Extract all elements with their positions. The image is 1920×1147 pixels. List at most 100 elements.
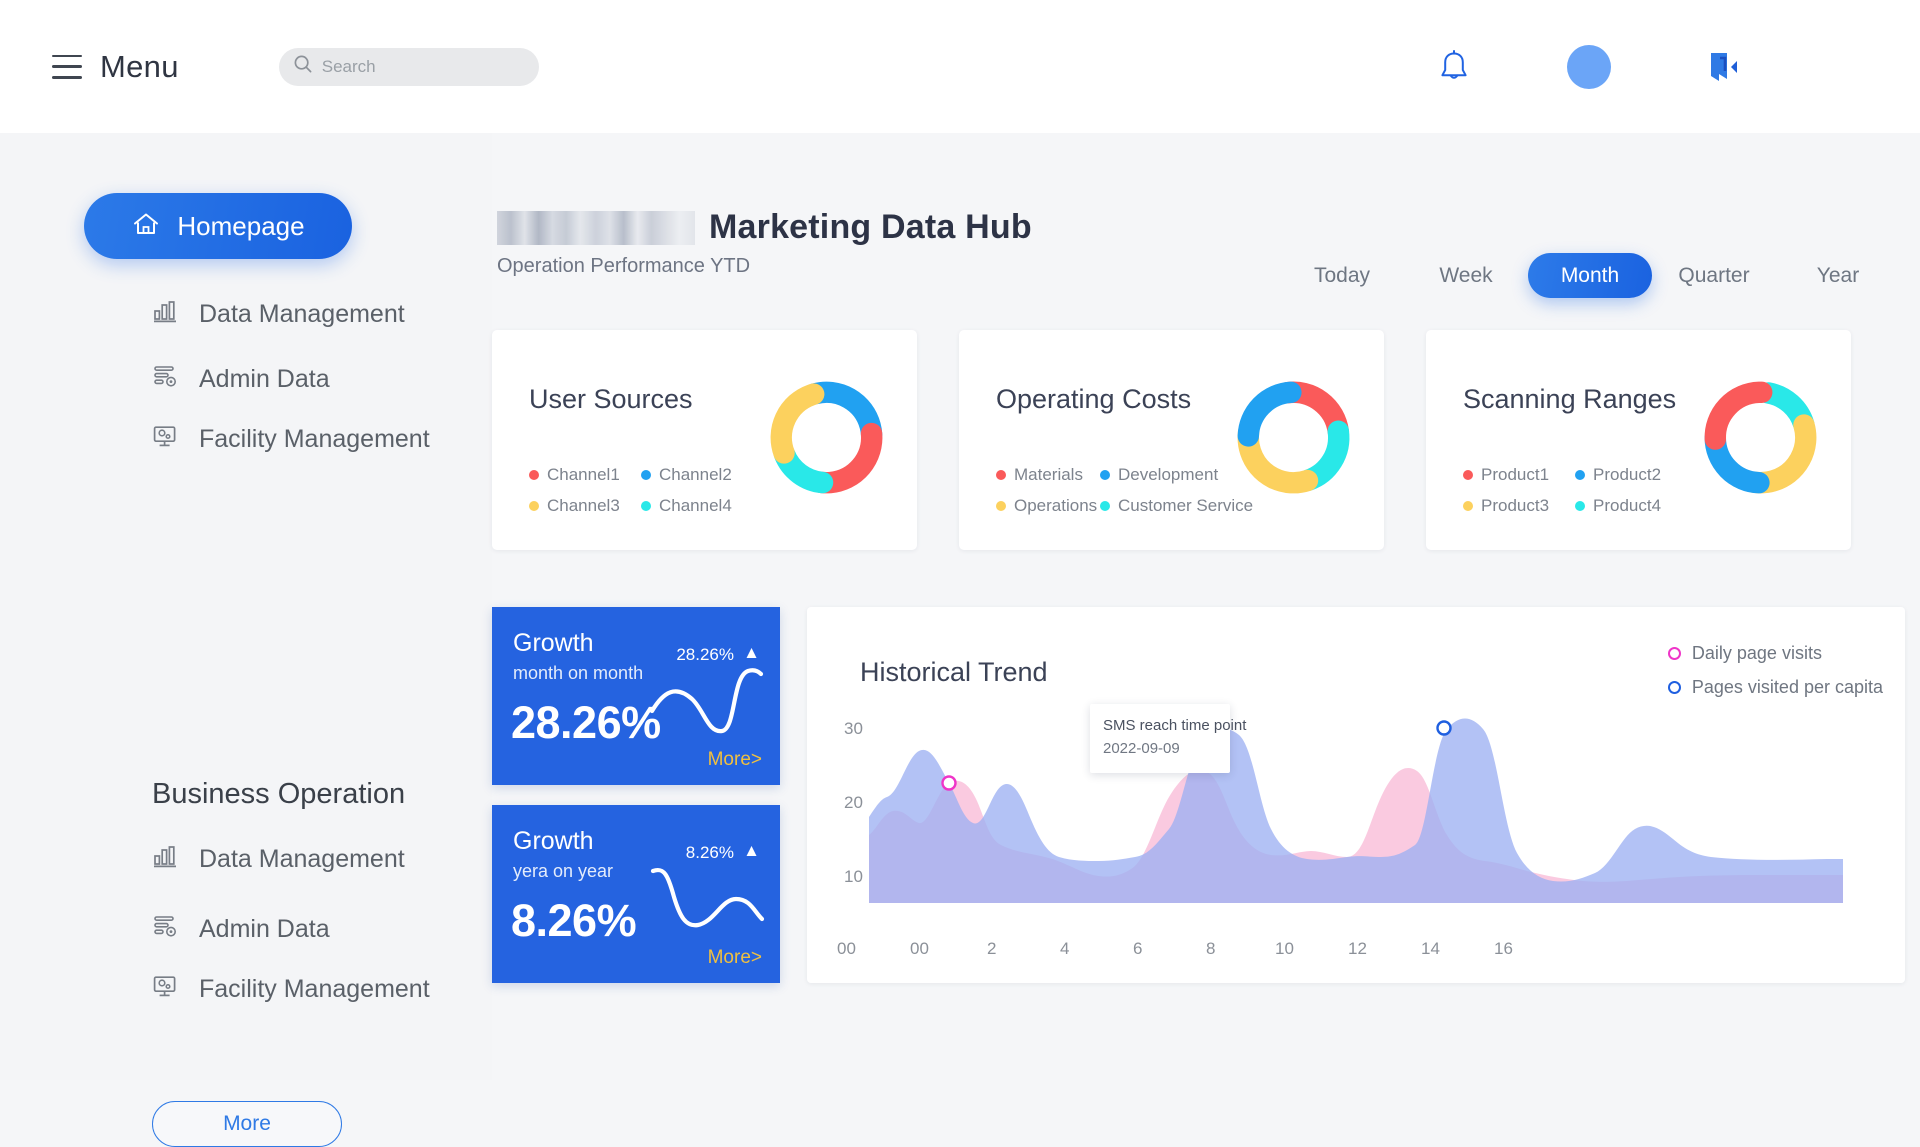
sidebar-item-label: Homepage	[177, 210, 305, 241]
legend-label: Channel3	[547, 496, 620, 515]
search-icon	[293, 54, 313, 79]
legend-dot	[1100, 501, 1110, 511]
growth-value: 28.26%	[511, 697, 661, 748]
sidebar-more-button[interactable]: More	[152, 1101, 342, 1147]
x-tick-8: 14	[1421, 939, 1440, 958]
search-box[interactable]	[278, 47, 539, 86]
legend-dot	[996, 501, 1006, 511]
growth-card-month-on-month[interactable]: Growth month on month 28.26% ▲ 28.26% Mo…	[492, 607, 780, 785]
legend-item: Product3	[1463, 496, 1563, 516]
legend: Product1 Product2 Product3 Product4	[1463, 465, 1661, 516]
growth-more-link[interactable]: More>	[708, 749, 762, 771]
donut-chart-operating-costs	[1234, 378, 1353, 502]
home-icon	[131, 209, 161, 244]
page-header: Marketing Data Hub	[497, 208, 1032, 247]
monitor-settings-icon	[152, 973, 179, 1005]
legend-item: Materials	[996, 465, 1088, 485]
top-bar: Menu	[0, 0, 1920, 133]
sidebar-item-label: Facility Management	[199, 424, 430, 453]
x-tick-9: 16	[1494, 939, 1513, 958]
card-historical-trend: Historical Trend Daily page visits Pages…	[807, 607, 1905, 983]
legend-dot	[641, 470, 651, 480]
legend-item: Channel3	[529, 496, 629, 516]
legend: Materials Development Operations Custome…	[996, 465, 1253, 516]
main-content: Marketing Data Hub Operation Performance…	[492, 133, 1920, 1080]
chart-tooltip: SMS reach time point 2022-09-09	[1090, 704, 1247, 773]
x-tick-3: 4	[1060, 939, 1069, 958]
growth-title: Growth	[513, 827, 594, 855]
logout-icon[interactable]	[1707, 49, 1745, 85]
sidebar-item-admin-data-2[interactable]: Admin Data	[152, 913, 330, 945]
series-area-pages-visited-per-capita	[869, 718, 1843, 903]
tooltip-line-2: 2022-09-09	[1103, 739, 1180, 757]
x-tick-1: 00	[910, 939, 929, 958]
bar-chart-icon	[152, 843, 179, 875]
x-tick-6: 10	[1275, 939, 1294, 958]
range-tab-month[interactable]: Month	[1528, 253, 1652, 298]
growth-more-link[interactable]: More>	[708, 947, 762, 969]
sidebar-item-data-management[interactable]: Data Management	[152, 298, 405, 330]
page-subtitle: Operation Performance YTD	[497, 255, 751, 277]
card-title: Scanning Ranges	[1463, 384, 1677, 414]
x-tick-5: 8	[1206, 939, 1215, 958]
marker-pages-visited-per-capita	[1436, 720, 1452, 736]
legend-label: Product4	[1593, 496, 1662, 515]
x-tick-2: 2	[987, 939, 996, 958]
range-tab-quarter[interactable]: Quarter	[1652, 253, 1776, 298]
legend-label: Development	[1118, 465, 1219, 484]
legend-item: Channel1	[529, 465, 629, 485]
legend-dot	[641, 501, 651, 511]
admin-settings-icon	[152, 363, 179, 395]
donut-chart-user-sources	[767, 378, 886, 502]
legend-item: Channel2	[641, 465, 732, 485]
bell-icon[interactable]	[1437, 49, 1471, 85]
donut-card-row: User Sources Channel1 Channel2 Channel3 …	[492, 330, 1851, 550]
legend-item: Development	[1100, 465, 1253, 485]
sidebar-item-facility-management[interactable]: Facility Management	[152, 423, 430, 455]
legend-label: Product1	[1481, 465, 1550, 484]
legend-item: Product4	[1575, 496, 1661, 516]
legend: Channel1 Channel2 Channel3 Channel4	[529, 465, 732, 516]
sidebar-item-label: Data Management	[199, 299, 405, 328]
menu-label[interactable]: Menu	[100, 49, 179, 85]
sidebar-item-data-management-2[interactable]: Data Management	[152, 843, 405, 875]
growth-value: 8.26%	[511, 895, 637, 946]
growth-sparkline	[648, 655, 768, 750]
card-title: Operating Costs	[996, 384, 1192, 414]
admin-settings-icon	[152, 913, 179, 945]
legend-item: Product2	[1575, 465, 1661, 485]
legend-label: Product2	[1593, 465, 1662, 484]
legend-dot	[1575, 501, 1585, 511]
range-tab-week[interactable]: Week	[1404, 253, 1528, 298]
donut-chart-scanning-ranges	[1701, 378, 1820, 502]
sidebar-section-title: Business Operation	[152, 778, 406, 810]
sidebar-item-facility-management-2[interactable]: Facility Management	[152, 973, 430, 1005]
growth-subtitle: month on month	[513, 663, 644, 683]
legend-label: Channel2	[659, 465, 732, 484]
trend-area-chart: 30 20 10 00 00 2 4 6 8 10 12 14 16	[837, 718, 1843, 958]
legend-dot	[1463, 501, 1473, 511]
hamburger-menu-icon[interactable]	[52, 54, 82, 79]
legend-dot	[1100, 470, 1110, 480]
legend-label: Channel1	[547, 465, 620, 484]
monitor-settings-icon	[152, 423, 179, 455]
growth-title: Growth	[513, 629, 594, 657]
growth-subtitle: yera on year	[513, 861, 614, 881]
legend-item: Customer Service	[1100, 496, 1253, 516]
sidebar-item-admin-data[interactable]: Admin Data	[152, 363, 330, 395]
sidebar: Homepage Data Management Admin Data Faci…	[0, 133, 492, 1147]
growth-card-year-on-year[interactable]: Growth yera on year 8.26% ▲ 8.26% More>	[492, 805, 780, 983]
topbar-actions	[1437, 44, 1745, 89]
legend-dot	[529, 470, 539, 480]
avatar[interactable]	[1567, 44, 1611, 89]
range-tab-year[interactable]: Year	[1776, 253, 1900, 298]
card-user-sources: User Sources Channel1 Channel2 Channel3 …	[492, 330, 917, 550]
range-tab-today[interactable]: Today	[1280, 253, 1404, 298]
sidebar-item-label: Admin Data	[199, 914, 330, 943]
sidebar-item-homepage[interactable]: Homepage	[84, 193, 352, 259]
legend-dot	[1575, 470, 1585, 480]
y-tick-20: 20	[844, 793, 863, 812]
tooltip-line-1: SMS reach time point	[1103, 717, 1247, 734]
search-input[interactable]	[321, 56, 512, 77]
sidebar-item-label: Facility Management	[199, 974, 430, 1003]
